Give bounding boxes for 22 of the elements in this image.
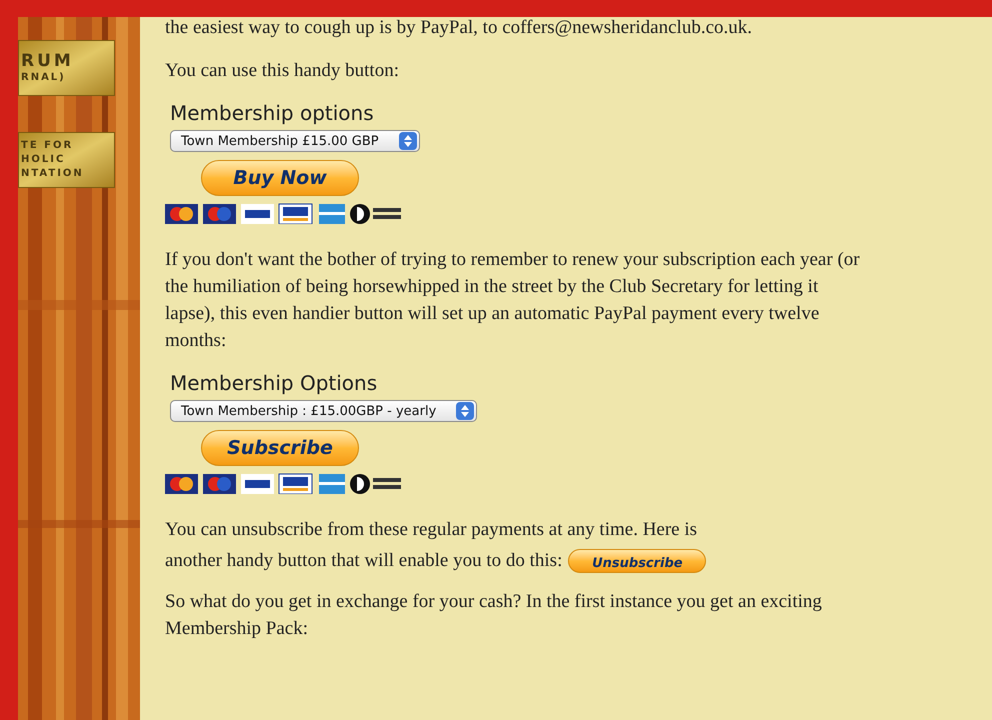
plaque-text: RUM — [21, 51, 75, 71]
unsubscribe-button[interactable]: Unsubscribe — [568, 548, 706, 572]
sidebar-plaque[interactable]: TE FOR HOLIC NTATION — [18, 132, 115, 188]
plaque-text: NTATION — [21, 167, 85, 181]
select-field[interactable]: Town Membership : £15.00GBP - yearly — [170, 400, 478, 422]
paypal-button[interactable]: Subscribe — [201, 430, 359, 466]
select-field[interactable]: Town Membership £15.00 GBP — [170, 130, 420, 152]
paragraph: the easiest way to cough up is by PayPal, to coffers@newsheridanclub.co.uk. — [165, 16, 754, 40]
paragraph: If you don't want the bother of trying to remember to renew your subscription each year (or the humiliation of being horsewhipped in the street by the Club Secretary for letting it lapse), this even handier button will set up an automatic PayPal payment every twelve months: — [165, 248, 861, 353]
sidebar-plaque[interactable]: RUM RNAL) — [18, 40, 115, 96]
form-title: Membership options — [170, 100, 375, 126]
plaque-text: TE FOR — [21, 139, 74, 153]
updown-arrows-icon — [404, 135, 412, 147]
paragraph: So what do you get in exchange for your cash? In the first instance you get an exciting Membership Pack: — [165, 590, 823, 641]
plaque-text: HOLIC — [21, 153, 66, 167]
form-title: Membership Options — [170, 370, 378, 396]
paragraph: You can use this handy button: — [165, 59, 400, 83]
paragraph-line: another handy button that will enable you to do this: — [165, 549, 562, 573]
paypal-button[interactable]: Buy Now — [201, 160, 359, 196]
plaque-text: RNAL) — [21, 71, 67, 85]
paragraph-line: You can unsubscribe from these regular payments at any time. Here is — [165, 518, 698, 542]
updown-arrows-icon — [461, 405, 470, 417]
